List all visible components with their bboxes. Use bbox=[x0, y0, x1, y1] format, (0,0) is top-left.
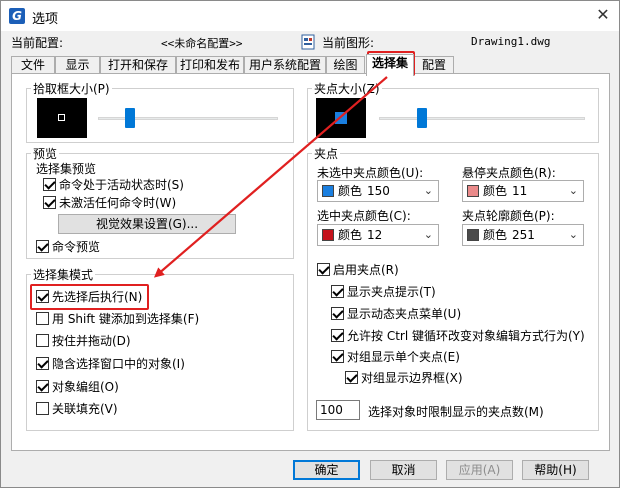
options-dialog: G 选项 ✕ 当前配置: <<未命名配置>> 当前图形: Drawing1.dw… bbox=[0, 0, 620, 488]
annotation-arrow bbox=[153, 76, 388, 278]
tab-selection[interactable]: 选择集 bbox=[366, 54, 414, 76]
